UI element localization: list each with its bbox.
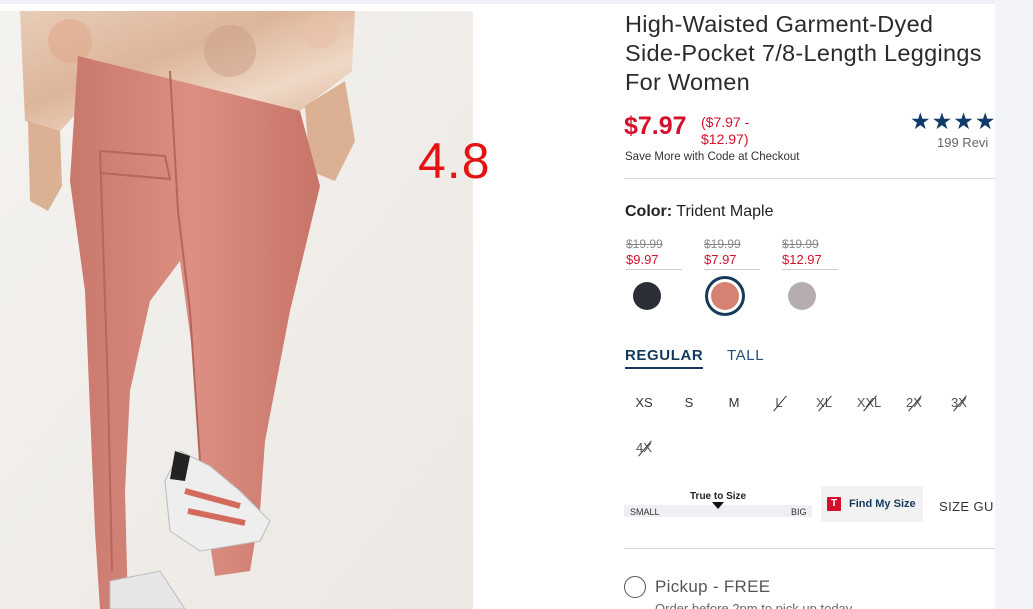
size-4x-unavailable[interactable]: 4X: [626, 440, 662, 455]
size-xl-unavailable[interactable]: XL: [806, 395, 842, 410]
true-to-size-big: BIG: [791, 507, 807, 517]
size-2x-unavailable[interactable]: 2X: [896, 395, 932, 410]
swatch-old-price: $19.99: [626, 237, 663, 251]
color-swatch-trident-maple[interactable]: [711, 282, 739, 310]
swatch-underline: [704, 269, 760, 270]
size-m[interactable]: M: [716, 395, 752, 410]
save-more-promo: Save More with Code at Checkout: [625, 151, 800, 163]
true-to-size-small: SMALL: [630, 507, 660, 517]
size-xs[interactable]: XS: [626, 395, 662, 410]
top-strip: [0, 0, 1033, 4]
pickup-radio[interactable]: [624, 576, 646, 598]
find-my-size-button[interactable]: T Find My Size: [821, 486, 923, 522]
swatch-sale-price: $9.97: [626, 252, 659, 267]
color-selection-label: Color: Trident Maple: [625, 203, 774, 221]
product-title: High-Waisted Garment-Dyed Side-Pocket 7/…: [625, 11, 982, 95]
price-range: ($7.97 - $12.97): [701, 114, 750, 147]
pickup-label[interactable]: Pickup - FREE: [655, 577, 770, 597]
product-image[interactable]: [0, 11, 473, 609]
swatch-old-price: $19.99: [704, 237, 741, 251]
swatch-sale-price: $12.97: [782, 252, 822, 267]
size-l-unavailable[interactable]: L: [761, 395, 797, 410]
color-label: Color:: [625, 203, 673, 220]
color-swatch-navy[interactable]: [633, 282, 661, 310]
swatch-underline: [782, 269, 838, 270]
size-s[interactable]: S: [671, 395, 707, 410]
rating-stars[interactable]: ★★★★: [910, 108, 995, 135]
swatch-sale-price: $7.97: [704, 252, 737, 267]
pickup-subtext: Order before 2pm to pick up today: [655, 601, 853, 609]
swatch-old-price: $19.99: [782, 237, 819, 251]
sale-price: $7.97: [624, 112, 687, 140]
swatch-price-2: $19.99 $7.97: [704, 237, 760, 270]
size-xxl-unavailable[interactable]: XXL: [851, 395, 887, 410]
swatch-underline: [626, 269, 682, 270]
divider: [624, 178, 995, 179]
tab-tall[interactable]: TALL: [727, 347, 764, 364]
overlay-rating-text: 4.8: [418, 133, 491, 189]
color-value: Trident Maple: [676, 203, 774, 220]
true-fit-logo-icon: T: [827, 497, 841, 511]
size-guide-link[interactable]: SIZE GU: [939, 499, 994, 514]
find-my-size-label: Find My Size: [849, 498, 916, 510]
scroll-gutter[interactable]: [995, 0, 1033, 609]
tab-regular[interactable]: REGULAR: [625, 347, 704, 369]
product-photo-illustration: [0, 11, 473, 609]
divider: [624, 548, 995, 549]
true-to-size-marker: [712, 502, 724, 509]
true-to-size-label: True to Size: [690, 491, 747, 502]
product-info-panel: High-Waisted Garment-Dyed Side-Pocket 7/…: [624, 10, 995, 609]
color-swatch-gray[interactable]: [788, 282, 816, 310]
swatch-price-3: $19.99 $12.97: [782, 237, 838, 270]
size-3x-unavailable[interactable]: 3X: [941, 395, 977, 410]
reviews-link[interactable]: 199 Revi: [937, 135, 988, 150]
swatch-price-1: $19.99 $9.97: [626, 237, 682, 270]
